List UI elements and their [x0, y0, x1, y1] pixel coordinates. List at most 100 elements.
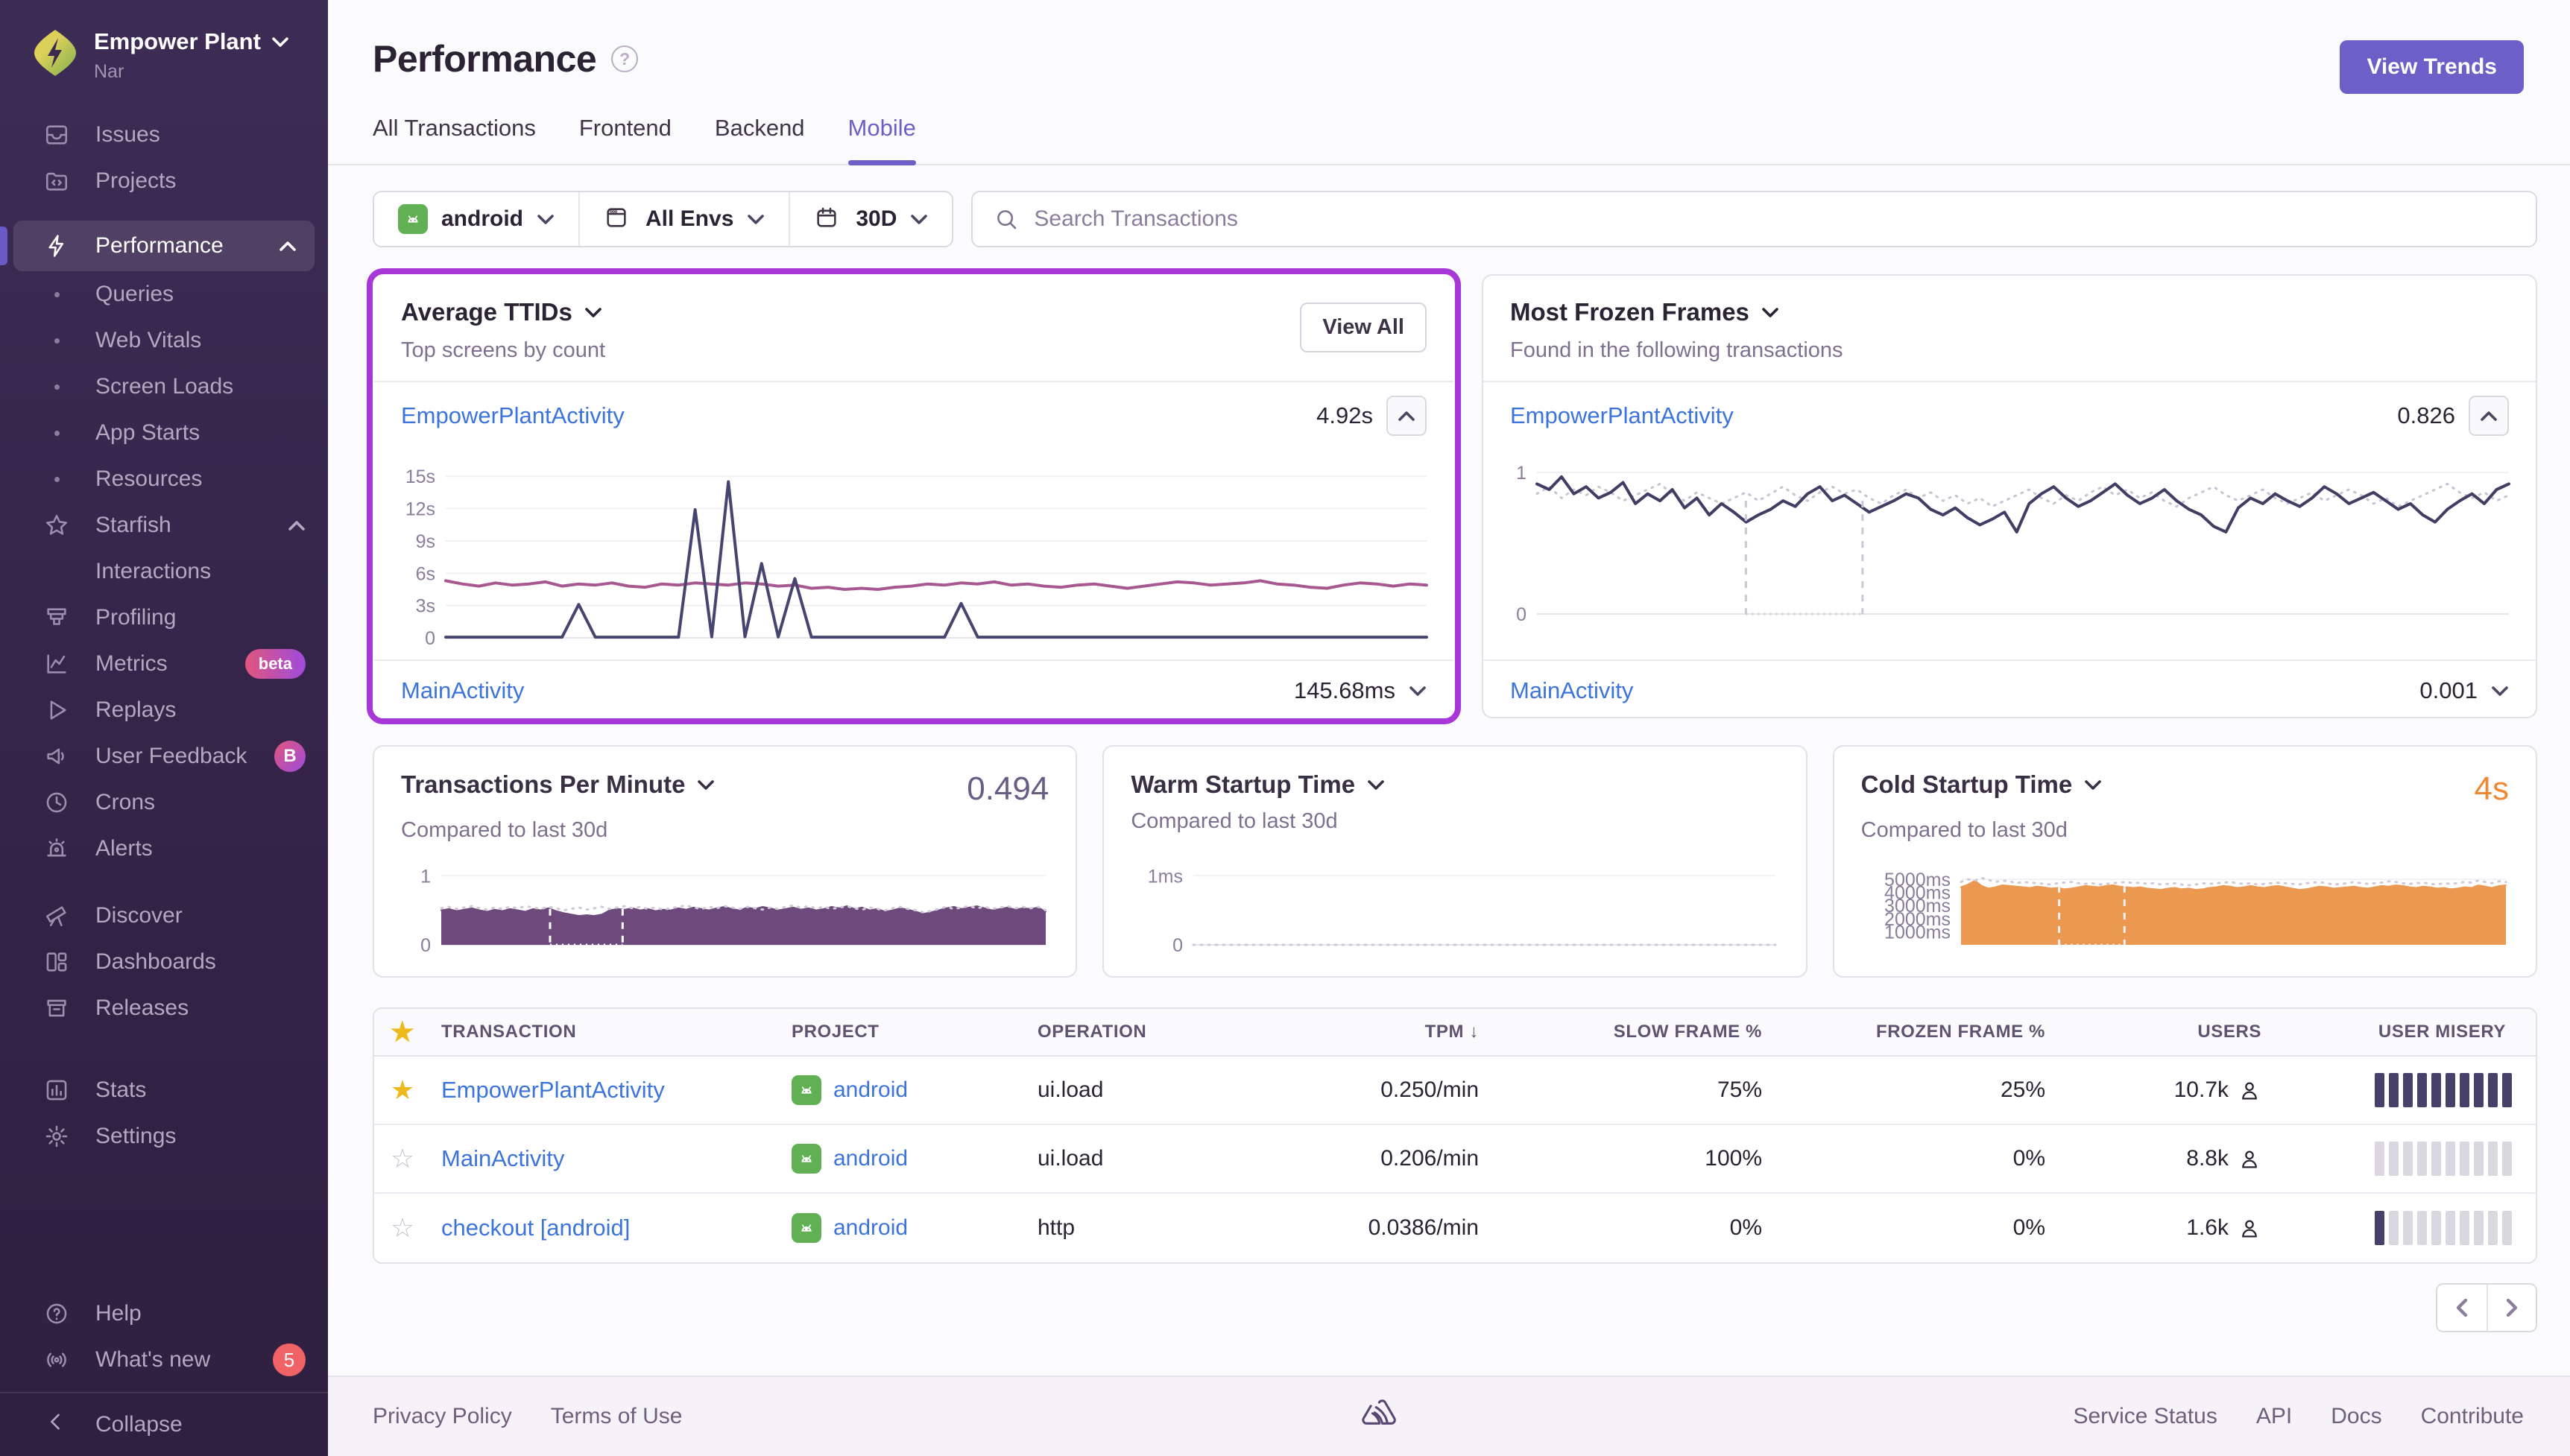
- project-filter[interactable]: android: [374, 192, 578, 246]
- table-row: ★ EmpowerPlantActivity android ui.load 0…: [374, 1057, 2536, 1125]
- b-badge: B: [274, 741, 306, 772]
- dashboard-icon: [43, 949, 70, 975]
- cold-startup-chart: 5000ms4000ms3000ms2000ms1000ms: [1857, 860, 2510, 957]
- transaction-link[interactable]: checkout [android]: [441, 1215, 630, 1241]
- sidebar-item-dashboards[interactable]: Dashboards: [0, 939, 328, 985]
- project-link[interactable]: android: [781, 1213, 1027, 1243]
- contribute-link[interactable]: Contribute: [2421, 1404, 2524, 1429]
- tab-backend[interactable]: Backend: [715, 115, 805, 164]
- sidebar-item-settings[interactable]: Settings: [0, 1113, 328, 1159]
- col-user-misery[interactable]: USER MISERY: [2272, 1022, 2536, 1042]
- expand-button[interactable]: [1409, 686, 1427, 697]
- service-status-link[interactable]: Service Status: [2073, 1404, 2217, 1429]
- sidebar-item-discover[interactable]: Discover: [0, 893, 328, 939]
- transaction-link[interactable]: EmpowerPlantActivity: [441, 1077, 665, 1103]
- user-misery-bars: [2272, 1142, 2536, 1176]
- transaction-link[interactable]: MainActivity: [401, 677, 524, 704]
- col-frozen-frame[interactable]: FROZEN FRAME %: [1772, 1022, 2056, 1042]
- sidebar-item-starfish[interactable]: Starfish: [0, 502, 328, 548]
- sidebar-item-web-vitals[interactable]: Web Vitals: [0, 317, 328, 364]
- ttids-subtitle: Top screens by count: [401, 338, 605, 363]
- sidebar-item-replays[interactable]: Replays: [0, 687, 328, 733]
- transaction-link[interactable]: MainActivity: [1510, 677, 1633, 704]
- environment-filter[interactable]: All Envs: [578, 192, 789, 246]
- sidebar-item-issues[interactable]: Issues: [0, 112, 328, 158]
- sidebar-item-projects[interactable]: Projects: [0, 158, 328, 204]
- tab-frontend[interactable]: Frontend: [579, 115, 672, 164]
- collapse-button[interactable]: [2469, 396, 2509, 436]
- android-project-icon: [792, 1213, 821, 1243]
- frozen-frames-chart: 10: [1494, 452, 2513, 630]
- pagination: [2436, 1283, 2537, 1332]
- col-users[interactable]: USERS: [2056, 1022, 2272, 1042]
- view-trends-button[interactable]: View Trends: [2340, 40, 2524, 94]
- sidebar-item-queries[interactable]: Queries: [0, 271, 328, 317]
- transaction-link[interactable]: MainActivity: [441, 1145, 564, 1171]
- frozen-title-dropdown[interactable]: Most Frozen Frames: [1510, 298, 1843, 326]
- sidebar-item-app-starts[interactable]: App Starts: [0, 410, 328, 456]
- person-icon: [2238, 1216, 2261, 1240]
- android-project-icon: [792, 1075, 821, 1105]
- docs-link[interactable]: Docs: [2331, 1404, 2381, 1429]
- cold-title-dropdown[interactable]: Cold Startup Time: [1861, 770, 2103, 799]
- star-toggle[interactable]: ☆: [374, 1143, 431, 1174]
- sidebar-item-interactions[interactable]: Interactions: [0, 548, 328, 595]
- previous-page-button[interactable]: [2437, 1285, 2487, 1331]
- tpm-value: 0.494: [967, 770, 1049, 808]
- sidebar-item-crons[interactable]: Crons: [0, 779, 328, 826]
- sidebar-item-profiling[interactable]: Profiling: [0, 595, 328, 641]
- col-tpm-sorted[interactable]: TPM ↓: [1266, 1022, 1489, 1042]
- col-project[interactable]: PROJECT: [781, 1022, 1027, 1042]
- col-transaction[interactable]: TRANSACTION: [431, 1022, 781, 1042]
- org-switcher[interactable]: Empower Plant Nar: [0, 0, 328, 112]
- environments-icon: [604, 205, 632, 233]
- star-toggle[interactable]: ★: [374, 1074, 431, 1106]
- sidebar-item-user-feedback[interactable]: User Feedback B: [0, 733, 328, 779]
- transaction-link[interactable]: EmpowerPlantActivity: [1510, 402, 1734, 429]
- terms-of-use-link[interactable]: Terms of Use: [551, 1404, 683, 1429]
- tpm-panel: Transactions Per Minute 0.494 Compared t…: [373, 745, 1077, 978]
- date-range-filter[interactable]: 30D: [789, 192, 952, 246]
- beta-badge: beta: [245, 649, 306, 679]
- sidebar-item-screen-loads[interactable]: Screen Loads: [0, 364, 328, 410]
- help-tooltip-icon[interactable]: ?: [611, 45, 638, 72]
- transaction-link[interactable]: EmpowerPlantActivity: [401, 402, 625, 429]
- frozen-frame-value: 0%: [1772, 1215, 2056, 1241]
- tab-all-transactions[interactable]: All Transactions: [373, 115, 536, 164]
- ttids-title-dropdown[interactable]: Average TTIDs: [401, 298, 605, 326]
- col-slow-frame[interactable]: SLOW FRAME %: [1489, 1022, 1772, 1042]
- sidebar-item-help[interactable]: Help: [0, 1291, 328, 1337]
- sidebar-item-metrics[interactable]: Metrics beta: [0, 641, 328, 687]
- view-all-button[interactable]: View All: [1300, 303, 1427, 352]
- warm-title-dropdown[interactable]: Warm Startup Time: [1131, 770, 1385, 799]
- project-link[interactable]: android: [781, 1144, 1027, 1174]
- star-toggle[interactable]: ☆: [374, 1212, 431, 1244]
- collapse-button[interactable]: [1386, 396, 1427, 436]
- api-link[interactable]: API: [2256, 1404, 2292, 1429]
- sidebar-collapse-button[interactable]: Collapse: [0, 1392, 328, 1456]
- tpm-title-dropdown[interactable]: Transactions Per Minute: [401, 770, 715, 799]
- sentry-logo-icon: [1358, 1399, 1397, 1434]
- search-input[interactable]: [1034, 206, 2515, 232]
- tpm-value: 0.206/min: [1266, 1146, 1489, 1171]
- table-row: ☆ checkout [android] android http 0.0386…: [374, 1194, 2536, 1262]
- sidebar-item-whats-new[interactable]: What's new 5: [0, 1337, 328, 1383]
- tab-mobile[interactable]: Mobile: [848, 115, 916, 164]
- sidebar-item-releases[interactable]: Releases: [0, 985, 328, 1031]
- person-icon: [2238, 1147, 2261, 1171]
- expand-button[interactable]: [2491, 686, 2509, 697]
- user-misery-bars: [2272, 1073, 2536, 1107]
- sidebar-item-stats[interactable]: Stats: [0, 1067, 328, 1113]
- col-operation[interactable]: OPERATION: [1027, 1022, 1266, 1042]
- privacy-policy-link[interactable]: Privacy Policy: [373, 1404, 512, 1429]
- project-link[interactable]: android: [781, 1075, 1027, 1105]
- slow-frame-value: 75%: [1489, 1077, 1772, 1103]
- sidebar-item-alerts[interactable]: Alerts: [0, 826, 328, 872]
- sidebar-item-performance[interactable]: Performance: [13, 221, 315, 271]
- sidebar-item-resources[interactable]: Resources: [0, 456, 328, 502]
- chevron-up-icon: [279, 241, 297, 252]
- projects-icon: [43, 168, 70, 194]
- next-page-button[interactable]: [2487, 1285, 2536, 1331]
- svg-text:3s: 3s: [416, 596, 435, 617]
- page-footer: Privacy Policy Terms of Use Service Stat…: [328, 1376, 2570, 1456]
